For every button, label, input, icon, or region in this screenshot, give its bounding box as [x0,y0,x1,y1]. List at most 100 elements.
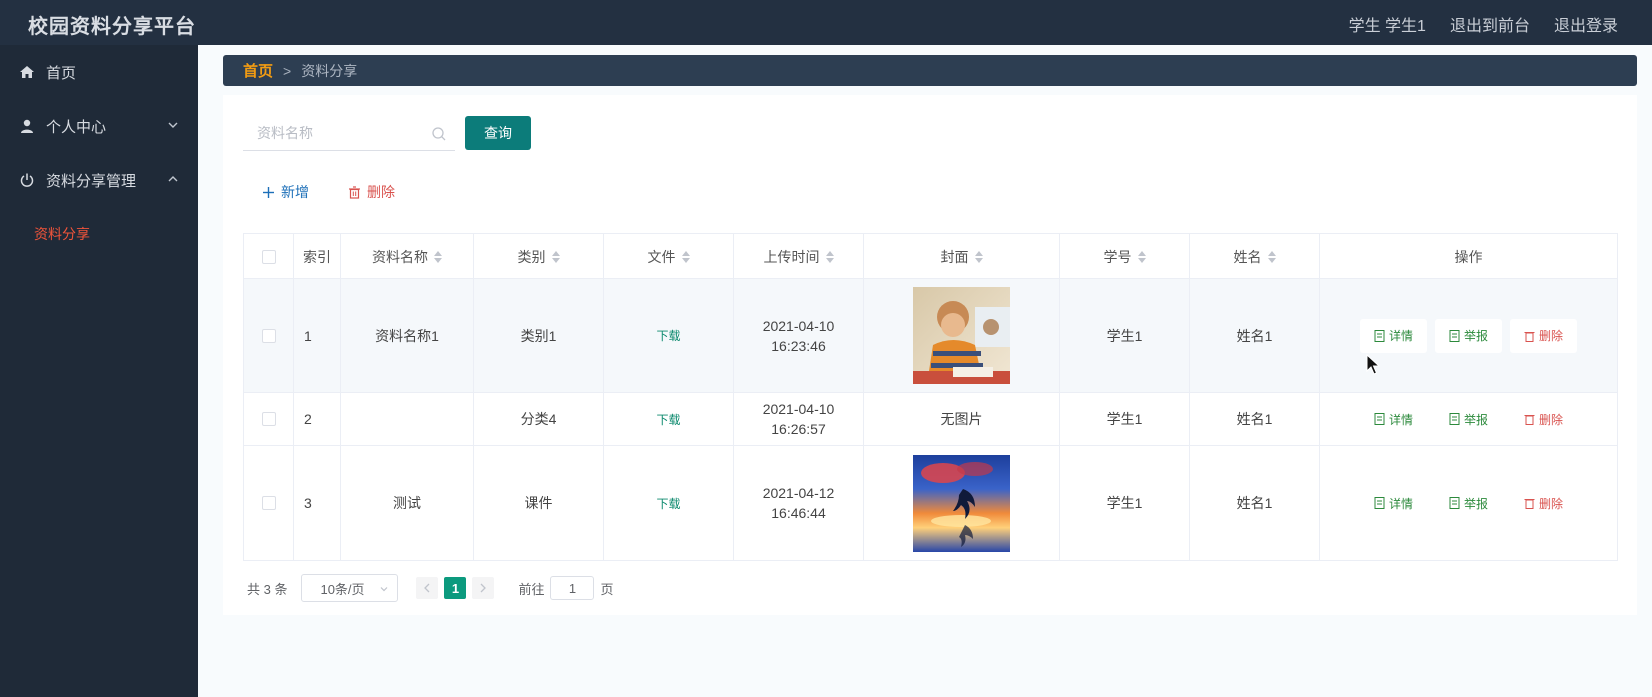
document-icon [1374,329,1385,342]
column-header-category[interactable]: 类别 [474,234,604,279]
sidebar-item-label: 个人中心 [46,118,107,136]
mouse-cursor-icon [1366,354,1380,375]
report-button[interactable]: 举报 [1435,402,1502,436]
select-all-cell [244,234,294,279]
cell-file: 下载 [604,446,734,560]
trash-icon [1524,499,1535,509]
sidebar-item-home[interactable]: 首页 [0,52,198,92]
cell-upload-time: 2021-04-10 16:26:57 [734,393,864,445]
cell-cover: 无图片 [864,393,1060,445]
report-button[interactable]: 举报 [1435,486,1502,520]
row-select-cell [244,393,294,445]
chevron-up-icon [168,176,178,182]
delete-button[interactable]: 删除 [1510,486,1577,520]
sort-icon[interactable] [551,250,560,263]
trash-icon [349,185,360,199]
chevron-down-icon [168,122,178,128]
cell-cover [864,446,1060,560]
document-icon [1449,413,1460,425]
column-header-index: 索引 [294,234,341,279]
top-bar: 校园资料分享平台 学生 学生1 退出到前台 退出登录 [0,0,1652,45]
upload-time-text: 2021-04-10 16:23:46 [762,317,835,354]
table-header: 索引 资料名称 类别 文件 上传时间 封面 学号 姓名 操作 [244,234,1617,279]
document-icon [1449,329,1460,342]
detail-button[interactable]: 详情 [1359,318,1427,353]
delete-button[interactable]: 删除 [1510,318,1578,353]
download-link[interactable]: 下载 [656,411,680,428]
page-size-select[interactable]: 10条/页 [301,574,399,602]
column-header-cover[interactable]: 封面 [864,234,1060,279]
row-checkbox[interactable] [261,412,276,426]
cell-student-name: 姓名1 [1190,446,1320,560]
add-button[interactable]: 新增 [262,182,309,202]
cell-actions: 详情 举报 删除 [1320,393,1617,445]
sort-icon[interactable] [434,250,442,263]
goto-label: 前往 [518,581,545,597]
sidebar-item-label: 首页 [46,64,77,82]
cell-student-no: 学生1 [1060,446,1190,560]
select-all-checkbox[interactable] [261,249,276,264]
cell-student-no: 学生1 [1060,393,1190,445]
logout-link[interactable]: 退出登录 [1554,12,1618,36]
top-bar-right: 学生 学生1 退出到前台 退出登录 [1349,12,1618,36]
cell-student-name: 姓名1 [1190,279,1320,392]
current-user-label: 学生 学生1 [1348,18,1426,35]
sidebar-subitem-share[interactable]: 资料分享 [34,224,90,244]
breadcrumb-separator: > [283,62,292,79]
cell-actions: 详情 举报 删除 [1320,279,1617,392]
trash-icon [1524,331,1535,342]
page-number-current[interactable]: 1 [444,577,467,599]
table-row: 1 资料名称1 类别1 下载 2021-04-10 16:23:46 学生1 姓… [244,279,1617,393]
data-table: 索引 资料名称 类别 文件 上传时间 封面 学号 姓名 操作 1 资料名称1 类… [243,233,1618,561]
document-icon [1374,413,1385,425]
goto-page-input[interactable] [550,576,595,600]
sidebar: 首页 个人中心 资料分享管理 资料分享 [0,45,198,697]
cover-image-student-reading[interactable] [913,287,1010,384]
sidebar-item-personal-center[interactable]: 个人中心 [0,106,198,146]
download-link[interactable]: 下载 [656,327,680,344]
row-checkbox[interactable] [261,328,276,343]
detail-button[interactable]: 详情 [1360,402,1427,436]
query-button[interactable]: 查询 [465,116,531,150]
column-header-student-name[interactable]: 姓名 [1190,234,1320,279]
batch-delete-button[interactable]: 删除 [348,182,395,202]
search-input[interactable] [243,117,423,149]
sort-icon[interactable] [825,250,834,263]
column-header-student-no[interactable]: 学号 [1060,234,1190,279]
document-icon [1374,497,1385,509]
cell-student-name: 姓名1 [1190,393,1320,445]
row-select-cell [244,279,294,392]
upload-time-text: 2021-04-12 16:46:44 [762,485,835,521]
next-page-button[interactable] [472,577,495,599]
search-box [243,117,455,151]
sort-icon[interactable] [1267,250,1276,263]
cell-actions: 详情 举报 删除 [1320,446,1617,560]
download-link[interactable]: 下载 [656,495,680,512]
sort-icon[interactable] [974,250,983,263]
cover-image-dolphin-sunset[interactable] [913,454,1010,552]
report-button[interactable]: 举报 [1434,318,1502,353]
sort-icon[interactable] [681,250,690,263]
delete-button[interactable]: 删除 [1510,402,1577,436]
chevron-left-icon [424,583,430,593]
pagination-total: 共 3 条 [247,581,288,597]
cell-upload-time: 2021-04-12 16:46:44 [734,446,864,560]
home-icon [18,63,36,81]
pagination: 共 3 条 10条/页 1 前往 页 [247,574,614,602]
column-header-upload-time[interactable]: 上传时间 [734,234,864,279]
breadcrumb-home[interactable]: 首页 [243,60,273,81]
sidebar-item-share-management[interactable]: 资料分享管理 [0,160,198,200]
column-header-name[interactable]: 资料名称 [341,234,474,279]
exit-to-front-link[interactable]: 退出到前台 [1450,12,1530,36]
row-checkbox[interactable] [261,496,276,510]
app-title: 校园资料分享平台 [28,16,196,38]
plus-icon [263,186,274,198]
cell-file: 下载 [604,393,734,445]
chevron-right-icon [481,583,487,593]
sort-icon[interactable] [1137,250,1146,263]
detail-button[interactable]: 详情 [1360,486,1427,520]
prev-page-button[interactable] [416,577,439,599]
column-header-file[interactable]: 文件 [604,234,734,279]
document-icon [1449,497,1460,509]
row-select-cell [244,446,294,560]
